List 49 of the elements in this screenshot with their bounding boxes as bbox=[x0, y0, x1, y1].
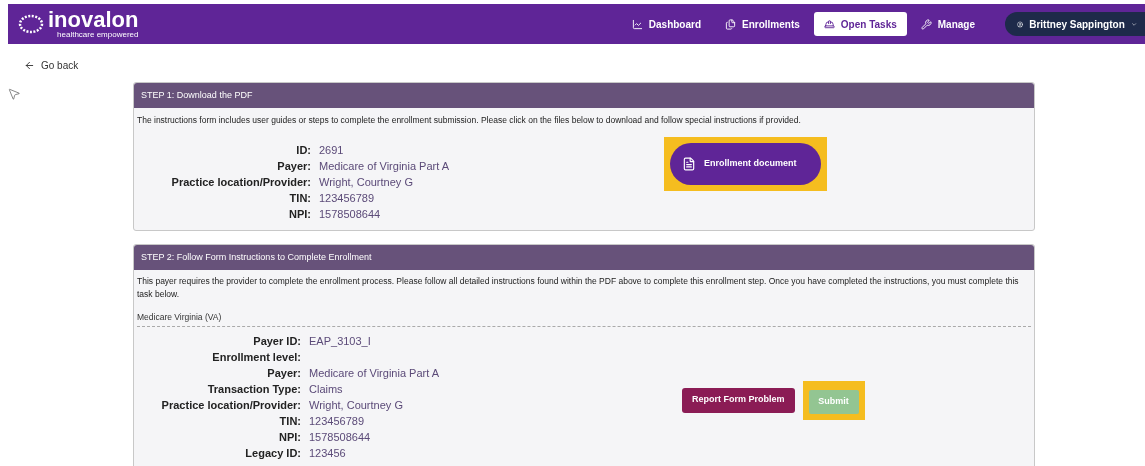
pdf-file-icon bbox=[682, 156, 697, 171]
nav-tab[interactable]: Enrollments bbox=[715, 12, 810, 36]
field-label: Legacy ID: bbox=[244, 445, 302, 461]
enrollment-document-button[interactable]: Enrollment document bbox=[670, 142, 822, 185]
field-value: 1578508644 bbox=[309, 429, 371, 445]
nav-tab[interactable]: Open Tasks bbox=[813, 12, 907, 36]
field-value: Medicare of Virginia Part A bbox=[309, 365, 440, 381]
panel-header: STEP 2: Follow Form Instructions to Complete Enrollment bbox=[134, 245, 1034, 270]
chart-icon bbox=[631, 18, 643, 30]
field-value: 123456 bbox=[309, 445, 346, 461]
field-label: TIN: bbox=[278, 413, 302, 429]
hard-hat-icon bbox=[823, 18, 835, 30]
field-value: Wright, Courtney G bbox=[309, 397, 403, 413]
field-label: TIN: bbox=[288, 190, 312, 206]
panel-header: STEP 1: Download the PDF bbox=[134, 83, 1034, 108]
back-link[interactable]: Go back bbox=[24, 58, 79, 73]
nav-tab[interactable]: Manage bbox=[910, 12, 985, 36]
section-title: Medicare Virginia (VA) bbox=[137, 311, 1031, 327]
field-label: NPI: bbox=[278, 429, 302, 445]
field-label: Payer ID: bbox=[252, 333, 302, 349]
field-value: 1578508644 bbox=[319, 206, 381, 222]
field-value: Wright, Courtney G bbox=[319, 174, 413, 190]
back-arrow-icon bbox=[24, 60, 35, 71]
user-icon bbox=[1017, 18, 1024, 30]
field-label: ID: bbox=[295, 142, 312, 158]
field-value: 123456789 bbox=[309, 413, 365, 429]
field-label: Transaction Type: bbox=[206, 381, 302, 397]
field-label: Payer: bbox=[276, 158, 312, 174]
logo-icon bbox=[18, 13, 44, 35]
field-value: 123456789 bbox=[319, 190, 375, 206]
field-value: Medicare of Virginia Part A bbox=[319, 158, 450, 174]
field-value: 2691 bbox=[319, 142, 344, 158]
field-value: Claims bbox=[309, 381, 343, 397]
user-menu[interactable]: Brittney Sappington bbox=[1005, 12, 1145, 36]
logo-text: inovalon bbox=[48, 9, 139, 30]
wrench-icon bbox=[920, 18, 932, 30]
field-label: Enrollment level: bbox=[211, 349, 302, 365]
field-label: Practice location/Provider: bbox=[170, 174, 312, 190]
logo-tagline: healthcare empowered bbox=[57, 29, 139, 39]
files-icon bbox=[725, 18, 736, 30]
field-label: NPI: bbox=[288, 206, 312, 222]
instructions-text: The instructions form includes user guides or steps to complete the enrollment submission. Please click on the files below to download and follow special instructions if provided. bbox=[136, 114, 802, 127]
field-value: EAP_3103_I bbox=[309, 333, 371, 349]
field-label: Payer: bbox=[266, 365, 302, 381]
nav-tab[interactable]: Dashboard bbox=[621, 12, 711, 36]
cursor-icon bbox=[7, 87, 21, 101]
report-problem-button[interactable]: Report Form Problem bbox=[682, 387, 795, 413]
instructions-text: This payer requires the provider to complete the enrollment process. Please follow all detailed instructions found within the PDF above to complete this enrollment step. Once you have completed the instructions, you must complete this task below. bbox=[136, 275, 1020, 301]
field-label: Practice location/Provider: bbox=[160, 397, 302, 413]
